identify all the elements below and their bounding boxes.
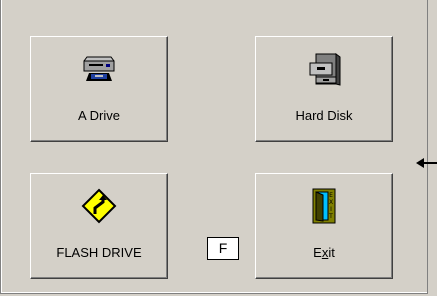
filing-cabinet-icon bbox=[309, 53, 341, 86]
svg-text:E: E bbox=[329, 192, 333, 199]
exit-label: Exit bbox=[313, 245, 335, 260]
svg-text:T: T bbox=[328, 213, 333, 220]
left-arrow-icon bbox=[416, 158, 437, 168]
hard-disk-button[interactable]: Hard Disk bbox=[255, 36, 393, 142]
flash-drive-label: FLASH DRIVE bbox=[56, 245, 142, 260]
floppy-drive-icon bbox=[83, 56, 115, 81]
road-sign-icon bbox=[81, 188, 117, 224]
drive-letter-field[interactable]: F bbox=[207, 237, 239, 260]
svg-text:X: X bbox=[329, 199, 333, 206]
drive-panel: A Drive Hard Disk FLASH DRIVE E X I T Ex… bbox=[0, 0, 428, 294]
a-drive-button[interactable]: A Drive bbox=[30, 36, 168, 142]
a-drive-label: A Drive bbox=[78, 108, 120, 123]
exit-door-icon: E X I T bbox=[312, 188, 336, 224]
exit-button[interactable]: E X I T Exit bbox=[255, 173, 393, 279]
svg-text:I: I bbox=[330, 206, 332, 213]
flash-drive-button[interactable]: FLASH DRIVE bbox=[30, 173, 168, 279]
hard-disk-label: Hard Disk bbox=[295, 108, 353, 123]
